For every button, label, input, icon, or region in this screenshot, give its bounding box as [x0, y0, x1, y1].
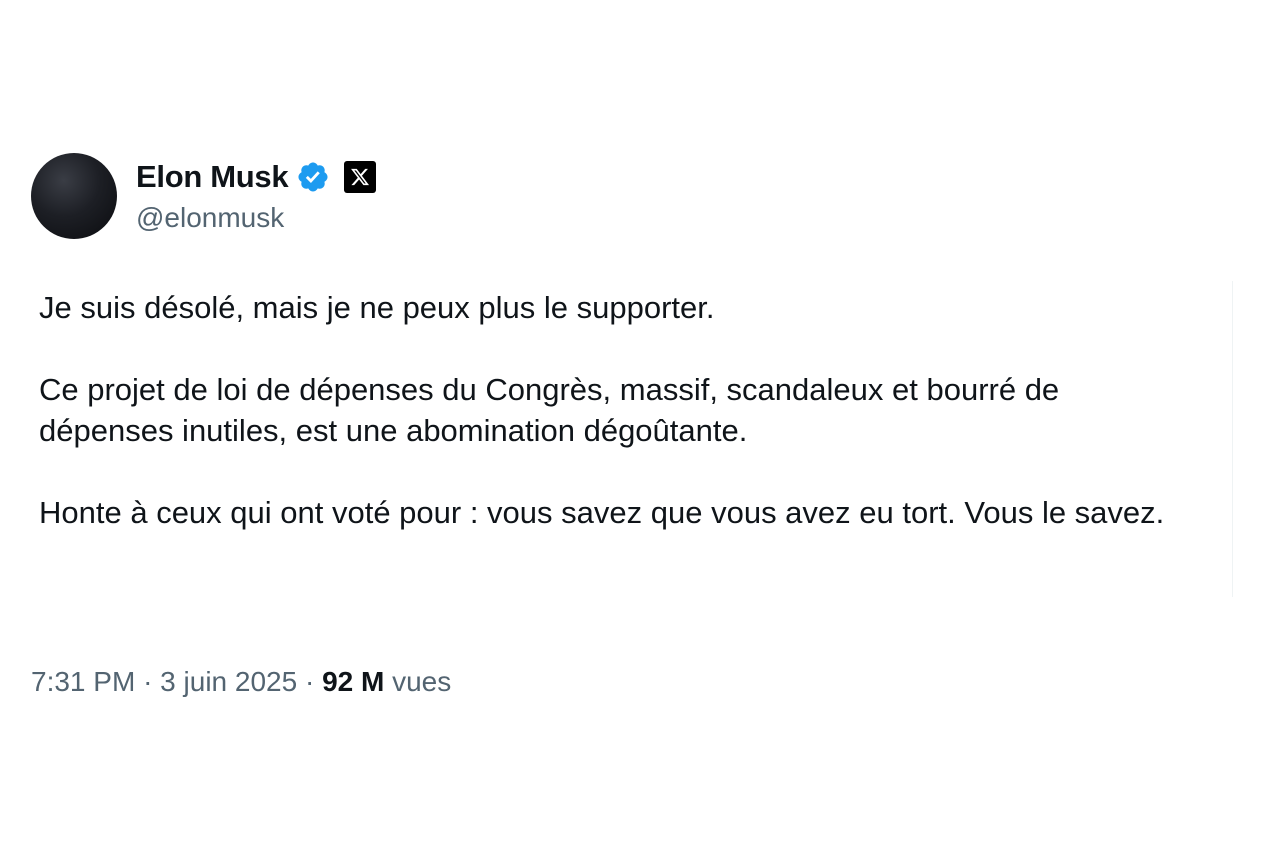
meta-separator: ·	[304, 666, 315, 697]
views-label: vues	[392, 666, 452, 697]
verified-badge-icon[interactable]	[296, 160, 330, 194]
name-row: Elon Musk	[136, 157, 377, 197]
tweet-card: Elon Musk @elonmusk Je suis désolé, mais…	[0, 0, 1280, 854]
tweet-paragraph: Ce projet de loi de dépenses du Congrès,…	[39, 372, 1060, 448]
tweet-text: Je suis désolé, mais je ne peux plus le …	[39, 287, 1199, 533]
author-identity: Elon Musk @elonmusk	[136, 157, 377, 234]
avatar[interactable]	[31, 153, 117, 239]
divider	[1232, 281, 1233, 597]
author-display-name[interactable]: Elon Musk	[136, 159, 289, 195]
tweet-paragraph: Je suis désolé, mais je ne peux plus le …	[39, 290, 715, 325]
author-handle[interactable]: @elonmusk	[136, 202, 376, 234]
tweet-paragraph: Honte à ceux qui ont voté pour : vous sa…	[39, 495, 1165, 530]
tweet-time[interactable]: 7:31 PM	[31, 666, 135, 697]
tweet-meta: 7:31 PM · 3 juin 2025 · 92 M vues	[31, 666, 451, 698]
tweet-header: Elon Musk @elonmusk	[31, 153, 377, 239]
x-logo-icon[interactable]	[344, 161, 377, 193]
tweet-date[interactable]: 3 juin 2025	[160, 666, 297, 697]
views-count: 92 M	[322, 666, 385, 697]
meta-separator: ·	[143, 666, 153, 697]
